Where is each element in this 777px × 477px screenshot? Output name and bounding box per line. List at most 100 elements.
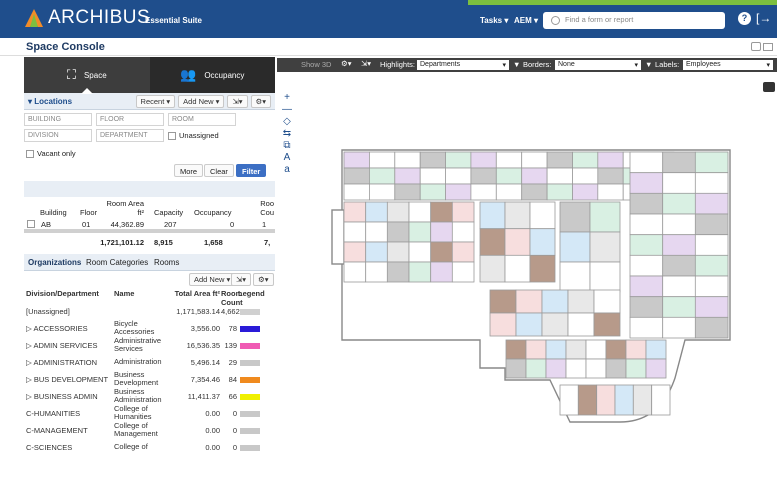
room[interactable] [694,151,729,174]
room[interactable] [386,201,410,223]
room[interactable] [545,339,567,360]
room[interactable] [419,167,446,185]
zoom-out-icon[interactable]: — [281,104,293,116]
room[interactable] [525,339,547,360]
room[interactable] [489,289,517,314]
room[interactable] [546,167,573,185]
recent-button[interactable]: Recent ▾ [135,94,176,108]
room[interactable] [445,183,472,201]
room[interactable] [408,261,432,283]
room[interactable] [495,183,523,201]
label-large-icon[interactable]: A [281,152,293,164]
room[interactable] [694,296,729,318]
room[interactable] [589,261,621,293]
labels-select[interactable]: Employees ▾ [683,60,773,70]
highlights-select[interactable]: Departments ▾ [417,60,509,70]
room[interactable] [408,201,432,223]
room[interactable] [629,234,664,256]
row-checkbox[interactable] [27,220,35,228]
fit-icon[interactable]: ◇ [281,116,293,128]
room[interactable] [495,167,523,185]
room[interactable] [394,183,421,201]
room[interactable] [662,316,696,339]
room[interactable] [430,221,453,243]
room[interactable] [597,167,624,185]
room[interactable] [546,151,573,169]
tasks-menu[interactable]: Tasks ▾ [480,16,508,25]
room[interactable] [521,183,548,201]
gear-icon[interactable]: ⚙▾ [250,94,271,108]
tab-organizations[interactable]: Organizations [28,258,81,267]
room[interactable] [343,261,367,283]
room[interactable] [365,241,388,263]
room[interactable] [585,358,607,379]
room[interactable] [605,358,627,379]
room[interactable] [593,289,621,314]
room[interactable] [430,201,453,223]
room[interactable] [451,201,475,223]
room[interactable] [694,254,729,277]
room[interactable] [559,231,591,263]
room[interactable] [629,296,664,318]
department-field[interactable]: DEPARTMENT [96,129,164,142]
room[interactable] [343,183,370,201]
room[interactable] [529,201,556,230]
room[interactable] [521,151,548,169]
room[interactable] [577,384,598,416]
room[interactable] [662,172,696,194]
room[interactable] [479,254,506,283]
room[interactable] [408,221,432,243]
room[interactable] [614,384,634,416]
room[interactable] [369,167,396,185]
room[interactable] [451,261,475,283]
vacant-option[interactable]: Vacant only [26,149,76,159]
room[interactable] [589,201,621,233]
room[interactable] [479,228,506,256]
room[interactable] [365,201,388,223]
add-new-location-button[interactable]: Add New ▾ [178,94,225,108]
horizontal-scrollbar[interactable] [24,229,275,233]
aem-menu[interactable]: AEM ▾ [514,16,538,25]
room[interactable] [605,339,627,360]
room[interactable] [546,183,573,201]
room[interactable] [694,234,729,256]
room[interactable] [559,201,591,233]
room[interactable] [545,358,567,379]
room[interactable] [470,151,497,169]
vacant-checkbox[interactable] [26,150,34,159]
room[interactable] [662,234,696,256]
filter-icon[interactable]: ▼ [513,60,520,69]
room[interactable] [369,183,396,201]
room[interactable] [529,254,556,283]
division-field[interactable]: DIVISION [24,129,92,142]
room[interactable] [445,151,472,169]
add-new-org-button[interactable]: Add New ▾ [189,273,236,286]
room[interactable] [597,183,624,201]
room[interactable] [515,289,543,314]
room[interactable] [365,221,388,243]
room[interactable] [504,201,531,230]
locations-title[interactable]: ▾ Locations [28,97,72,106]
export-icon[interactable]: ⇲▾ [361,59,371,68]
show-3d-button[interactable]: Show 3D [301,60,331,69]
room-field[interactable]: ROOM [168,113,236,126]
room[interactable] [343,241,367,263]
room[interactable] [585,339,607,360]
room[interactable] [408,241,432,263]
floor-plan[interactable] [330,140,743,430]
archibus-logo[interactable]: ARCHIBUS [24,7,150,29]
gear-icon[interactable]: ⚙▾ [253,273,274,286]
room[interactable] [386,261,410,283]
room[interactable] [597,151,624,169]
room[interactable] [694,275,729,298]
room[interactable] [629,172,664,194]
filter-icon[interactable]: ▼ [645,60,652,69]
room[interactable] [470,167,497,185]
room[interactable] [662,296,696,318]
room[interactable] [694,192,729,215]
room[interactable] [629,213,664,236]
room[interactable] [694,213,729,236]
room[interactable] [479,201,506,230]
help-icon[interactable]: ? [738,12,751,25]
room[interactable] [662,151,696,174]
